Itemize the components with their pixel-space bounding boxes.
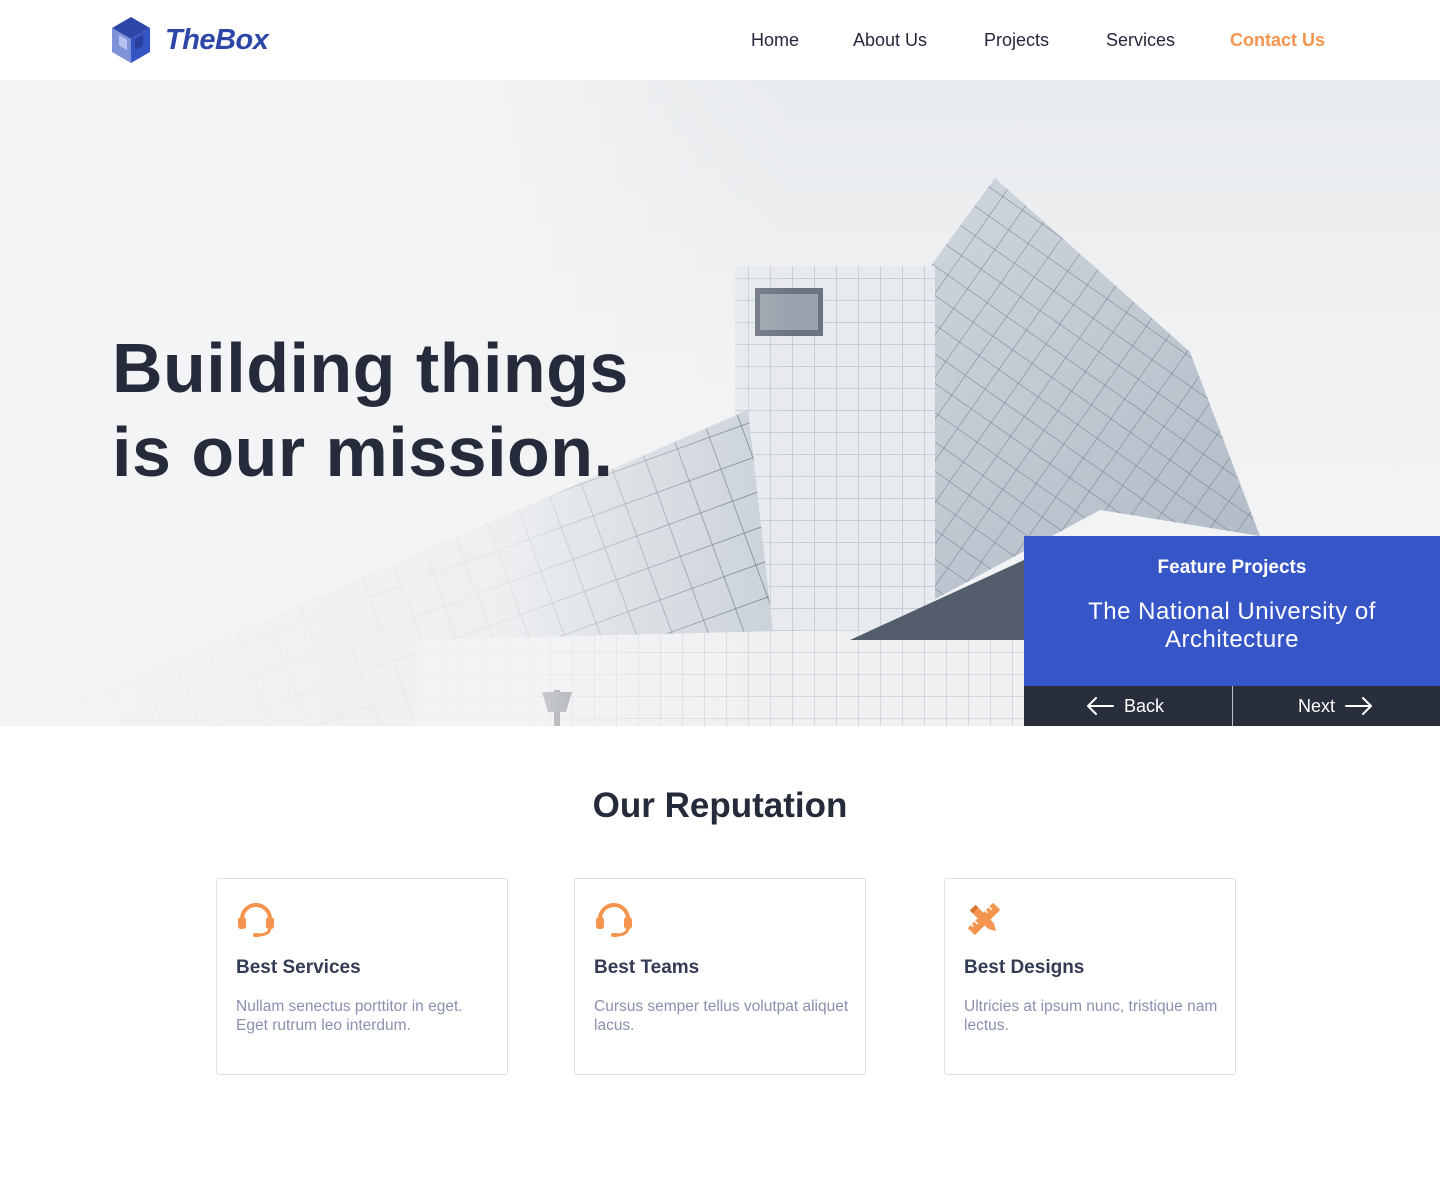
nav-home[interactable]: Home <box>751 30 799 51</box>
reputation-card-services: Best Services Nullam senectus porttitor … <box>216 878 508 1075</box>
card-text: Ultricies at ipsum nunc, tristique nam l… <box>964 998 1218 1034</box>
feature-projects-panel: Feature Projects The National University… <box>1024 536 1440 726</box>
feature-project-name: The National University of Architecture <box>1088 598 1376 653</box>
card-title: Best Teams <box>594 957 700 978</box>
card-title: Best Services <box>236 957 361 978</box>
hero-title: Building things is our mission. <box>112 326 629 494</box>
arrow-right-icon <box>1345 697 1373 715</box>
reputation-card-teams: Best Teams Cursus semper tellus volutpat… <box>574 878 866 1075</box>
reputation-card-designs: Best Designs Ultricies at ipsum nunc, tr… <box>944 878 1236 1075</box>
card-title: Best Designs <box>964 957 1085 978</box>
nav-projects[interactable]: Projects <box>984 30 1049 51</box>
arrow-left-icon <box>1087 697 1114 715</box>
site-header: TheBox Home About Us Projects Services C… <box>0 0 1440 80</box>
next-label: Next <box>1298 695 1336 716</box>
feature-nav-divider <box>1232 686 1233 726</box>
feature-info: Feature Projects The National University… <box>1024 536 1440 686</box>
headset-icon <box>596 903 632 937</box>
feature-nav: Back Next <box>1024 686 1440 726</box>
pencil-ruler-icon <box>968 903 1000 935</box>
back-label: Back <box>1124 695 1165 716</box>
card-text: Cursus semper tellus volutpat aliquet la… <box>594 998 849 1034</box>
hero-title-line-1: Building things <box>112 329 629 407</box>
reputation-title: Our Reputation <box>592 786 848 825</box>
back-button[interactable]: Back <box>1086 686 1164 726</box>
feature-label: Feature Projects <box>1157 557 1307 578</box>
nav-services[interactable]: Services <box>1106 30 1175 51</box>
nav-contact-us[interactable]: Contact Us <box>1230 30 1325 51</box>
hero-title-line-2: is our mission. <box>112 413 614 491</box>
nav-about-us[interactable]: About Us <box>853 30 927 51</box>
next-button[interactable]: Next <box>1298 686 1373 726</box>
main-nav: Home About Us Projects Services Contact … <box>0 30 1440 52</box>
headset-icon <box>238 903 274 937</box>
card-text: Nullam senectus porttitor in eget. Eget … <box>236 998 463 1034</box>
